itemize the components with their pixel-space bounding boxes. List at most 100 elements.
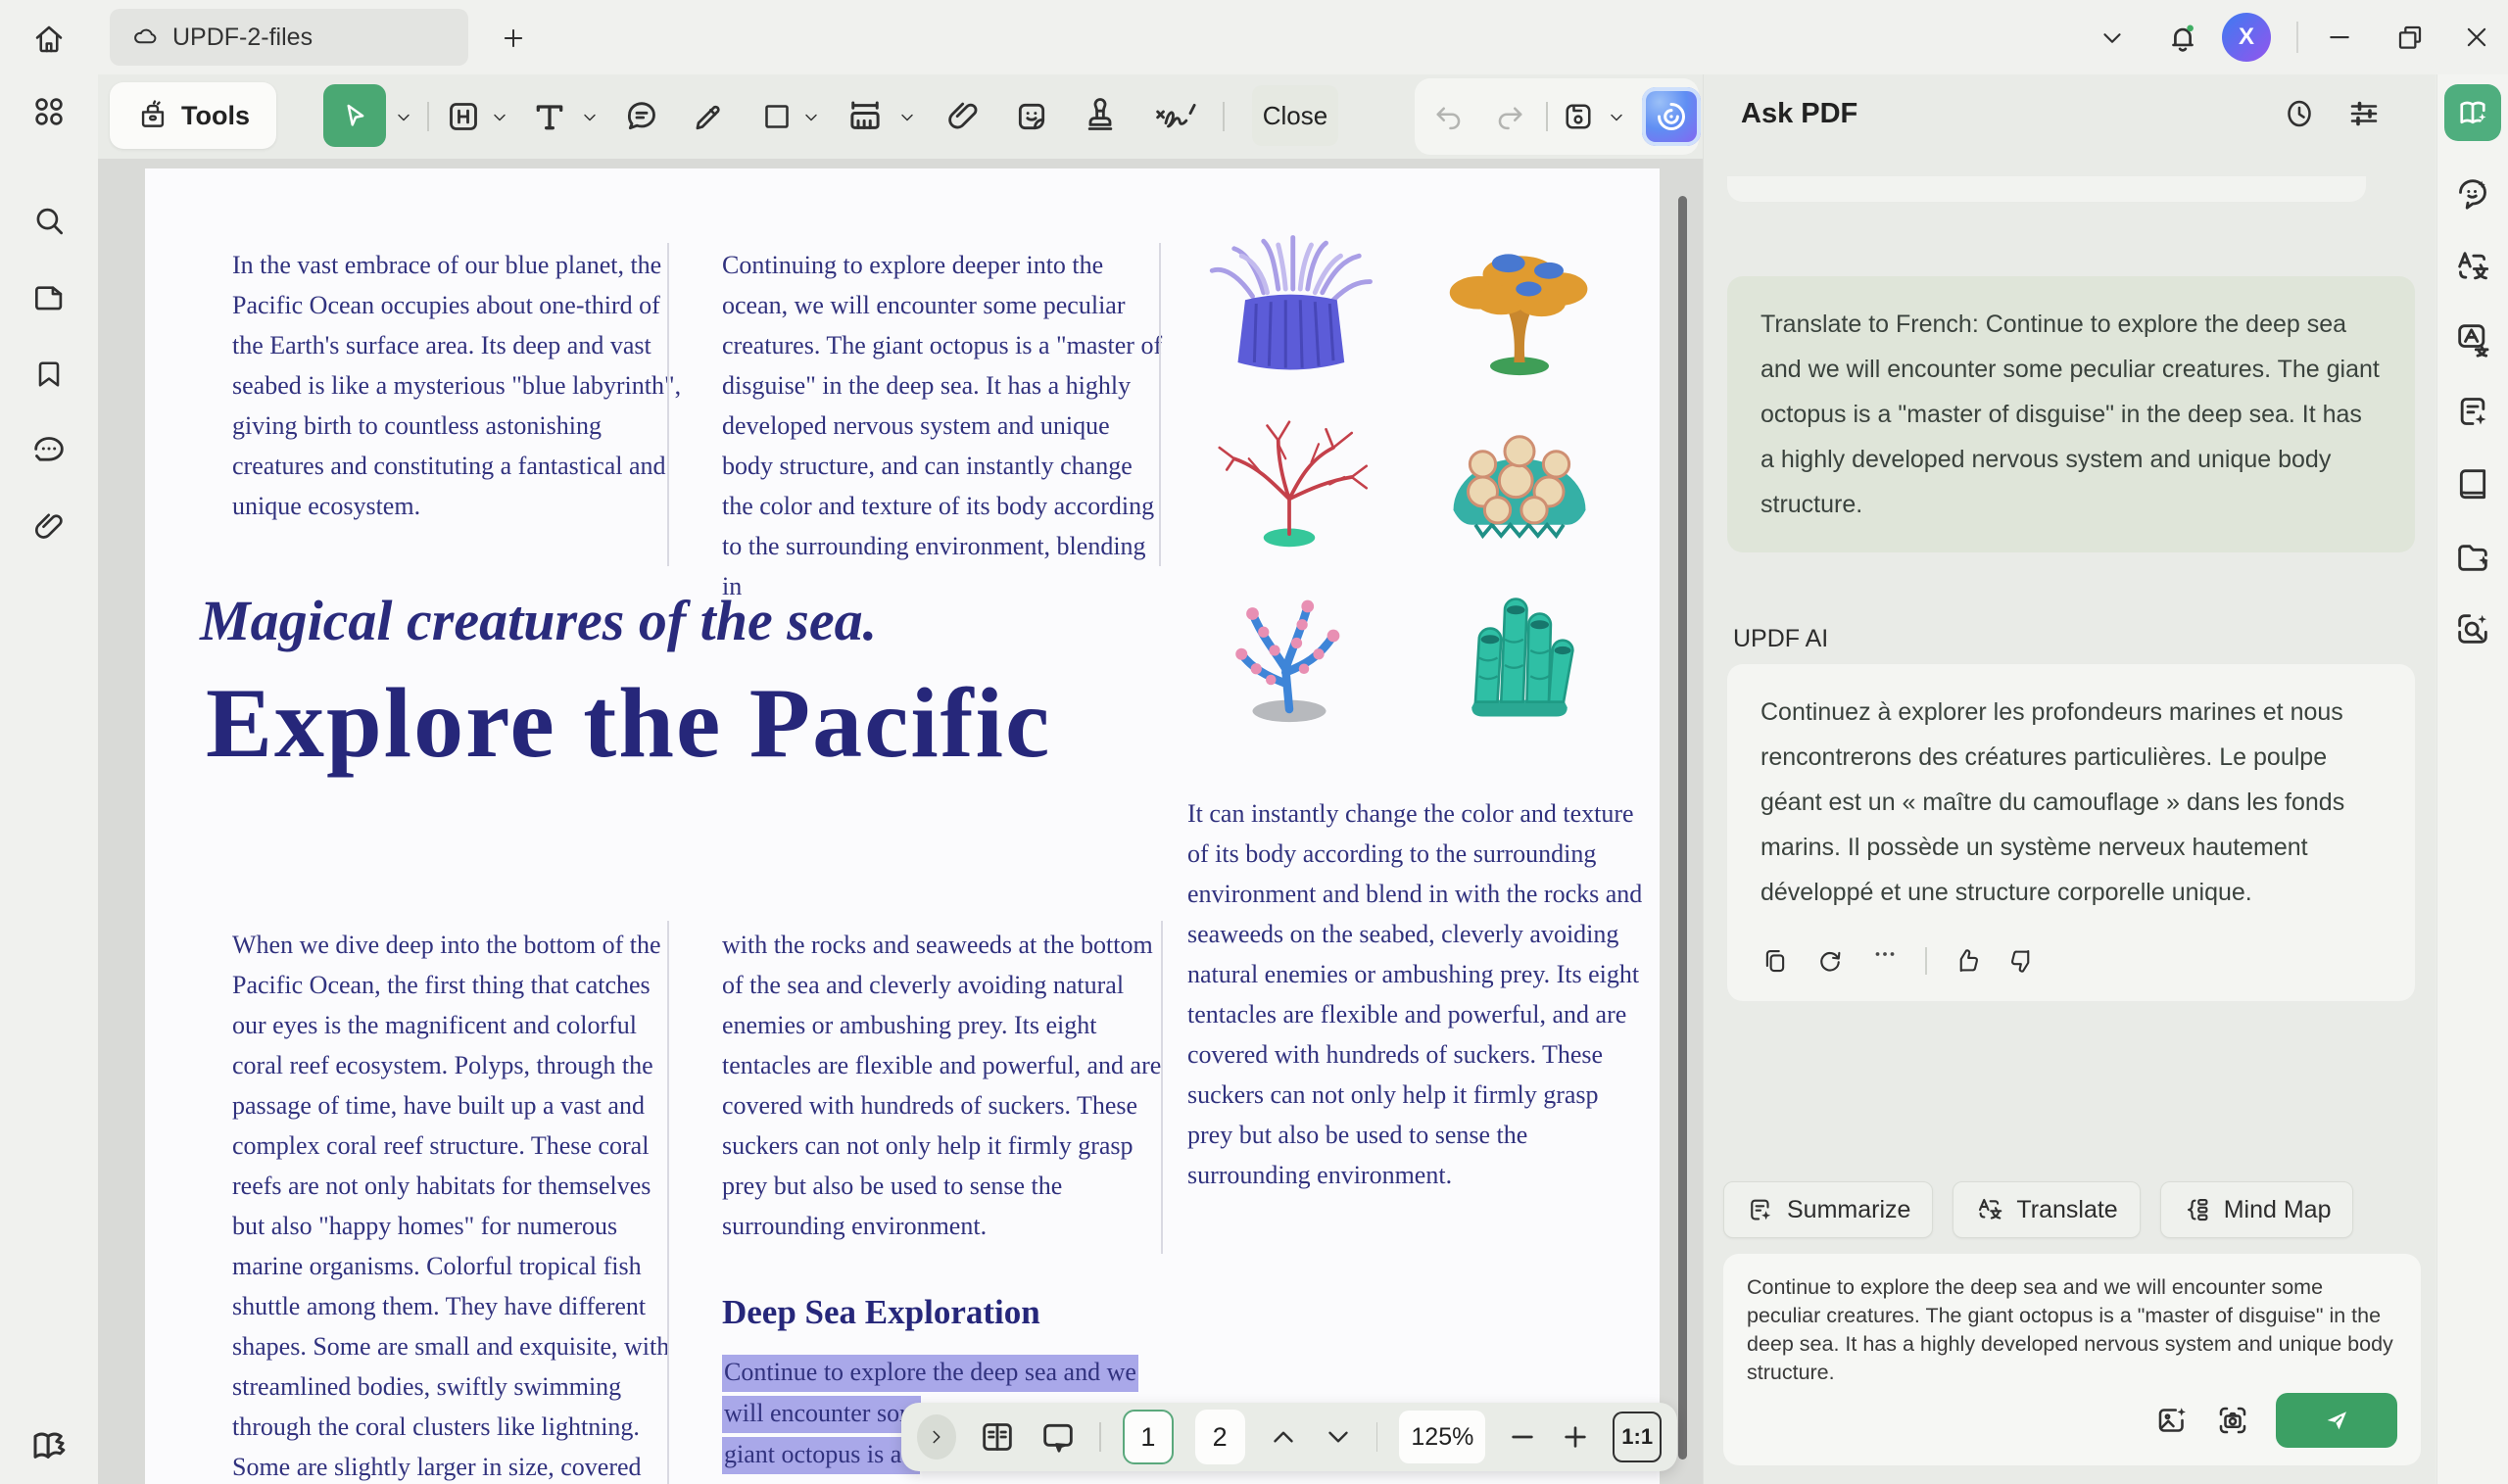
attach-file-tool-button[interactable] xyxy=(942,96,984,137)
copy-button[interactable] xyxy=(1760,946,1790,976)
next-page-button[interactable] xyxy=(1322,1420,1355,1454)
presentation-button[interactable] xyxy=(1038,1417,1078,1457)
send-button[interactable] xyxy=(2276,1393,2397,1448)
summarize-chip[interactable]: Summarize xyxy=(1723,1181,1933,1238)
thumbs-up-button[interactable] xyxy=(1953,946,1982,976)
sidebar-item-apps[interactable] xyxy=(27,90,71,133)
sidebar-item-attachments[interactable] xyxy=(27,505,71,549)
toolbox-icon xyxy=(136,99,169,132)
doc-paragraph-col2-bottom: with the rocks and seaweeds at the botto… xyxy=(722,925,1165,1246)
new-tab-button[interactable] xyxy=(495,20,532,57)
thumbs-down-button[interactable] xyxy=(2007,946,2037,976)
page-button-1[interactable]: 1 xyxy=(1123,1410,1173,1464)
chat-settings-button[interactable] xyxy=(2342,92,2386,135)
select-tool-button[interactable] xyxy=(323,84,386,147)
actual-size-button[interactable]: 1:1 xyxy=(1613,1412,1662,1462)
bell-icon xyxy=(2164,19,2201,56)
mind-map-chip[interactable]: Mind Map xyxy=(2160,1181,2354,1238)
signature-tool-button[interactable] xyxy=(1148,96,1203,137)
zoom-out-button[interactable] xyxy=(1507,1421,1538,1453)
regenerate-button[interactable] xyxy=(1815,946,1845,976)
notifications-button[interactable] xyxy=(2160,15,2205,60)
thumbs-up-icon xyxy=(1953,946,1982,976)
ai-translate-tab[interactable] xyxy=(2453,247,2492,286)
chevron-down-icon xyxy=(394,108,413,127)
insert-image-button[interactable] xyxy=(2154,1403,2190,1438)
restore-icon xyxy=(2394,22,2426,53)
home-icon xyxy=(31,22,67,57)
save-dropdown[interactable] xyxy=(1607,108,1626,127)
heading-tool-dropdown[interactable] xyxy=(490,108,509,127)
more-options-button[interactable] xyxy=(1870,938,1900,983)
page-layout-button[interactable] xyxy=(978,1417,1017,1457)
text-tool-button[interactable] xyxy=(529,96,570,137)
home-button[interactable] xyxy=(27,18,71,61)
avatar-initial: X xyxy=(2239,24,2254,51)
select-tool-dropdown[interactable] xyxy=(394,108,413,127)
square-shape-icon xyxy=(759,99,795,134)
updf-ai-button[interactable] xyxy=(1642,87,1701,146)
presentation-icon xyxy=(1038,1417,1078,1457)
chevron-down-icon xyxy=(1322,1420,1355,1454)
copy-icon xyxy=(1760,946,1790,976)
chip-label: Summarize xyxy=(1787,1196,1910,1224)
sticker-tool-button[interactable] xyxy=(1011,96,1052,137)
account-avatar[interactable]: X xyxy=(2222,13,2271,62)
previous-page-button[interactable] xyxy=(1267,1420,1300,1454)
sidebar-item-reader-mode[interactable] xyxy=(27,1424,71,1467)
ai-chat-icon xyxy=(2453,174,2492,214)
ai-reader-icon xyxy=(2455,95,2490,130)
sidebar-item-page-thumbnails[interactable] xyxy=(27,276,71,319)
close-window-button[interactable] xyxy=(2455,18,2498,57)
cursor-icon xyxy=(340,101,369,130)
translate-chip[interactable]: Translate xyxy=(1953,1181,2140,1238)
sticker-icon xyxy=(1012,97,1051,136)
screenshot-button[interactable] xyxy=(2215,1403,2250,1438)
regenerate-icon xyxy=(1815,946,1845,976)
chat-history-button[interactable] xyxy=(2278,92,2321,135)
ai-ocr-translate-tab[interactable] xyxy=(2453,319,2492,359)
ai-search-tab[interactable] xyxy=(2453,609,2492,648)
expand-bar-button[interactable] xyxy=(917,1414,956,1460)
ai-summary-tab[interactable] xyxy=(2453,392,2492,431)
tools-button[interactable]: Tools xyxy=(110,82,276,149)
heading-icon xyxy=(444,97,483,136)
ask-pdf-tab-active[interactable] xyxy=(2444,84,2501,141)
document-scrollbar[interactable] xyxy=(1678,196,1687,1460)
restore-button[interactable] xyxy=(2388,18,2432,57)
chat-input-card[interactable]: Continue to explore the deep sea and we … xyxy=(1723,1254,2421,1465)
undo-button[interactable] xyxy=(1428,96,1470,137)
text-tool-dropdown[interactable] xyxy=(580,108,600,127)
dictionary-tab[interactable] xyxy=(2453,464,2492,503)
highlighter-tool-button[interactable] xyxy=(688,96,729,137)
comment-tool-button[interactable] xyxy=(621,96,662,137)
heading-tool-button[interactable] xyxy=(443,96,484,137)
zoom-level-display[interactable]: 125% xyxy=(1399,1411,1485,1463)
sidebar-item-bookmarks[interactable] xyxy=(27,353,71,396)
paperclip-icon xyxy=(943,97,983,136)
minimize-button[interactable] xyxy=(2318,20,2361,55)
user-message-bubble: Translate to French: Continue to explore… xyxy=(1727,276,2415,552)
measure-tool-button[interactable] xyxy=(844,96,886,137)
doc-subtitle: Magical creatures of the sea. xyxy=(200,588,877,653)
sidebar-item-comments[interactable] xyxy=(27,429,71,472)
teal-dome-coral-image xyxy=(1426,404,1613,551)
sidebar-item-search[interactable] xyxy=(27,200,71,243)
close-edit-button[interactable]: Close xyxy=(1252,85,1338,146)
chat-input[interactable]: Continue to explore the deep sea and we … xyxy=(1747,1273,2397,1387)
camera-capture-icon xyxy=(2215,1403,2250,1438)
measure-tool-dropdown[interactable] xyxy=(897,108,917,127)
zoom-in-button[interactable] xyxy=(1560,1421,1591,1453)
titlebar-collapse-button[interactable] xyxy=(2093,22,2132,55)
user-message-text: Translate to French: Continue to explore… xyxy=(1760,311,2380,518)
page-button-2[interactable]: 2 xyxy=(1195,1410,1245,1464)
document-tab[interactable]: UPDF-2-files xyxy=(110,9,468,66)
shapes-tool-button[interactable] xyxy=(756,96,797,137)
redo-button[interactable] xyxy=(1489,96,1530,137)
ai-chat-tab[interactable] xyxy=(2453,174,2492,214)
stamp-tool-button[interactable] xyxy=(1080,96,1121,137)
ai-files-tab[interactable] xyxy=(2453,537,2492,576)
pdf-page[interactable]: In the vast embrace of our blue planet, … xyxy=(145,168,1660,1484)
shapes-tool-dropdown[interactable] xyxy=(801,108,821,127)
save-button[interactable] xyxy=(1558,96,1599,137)
